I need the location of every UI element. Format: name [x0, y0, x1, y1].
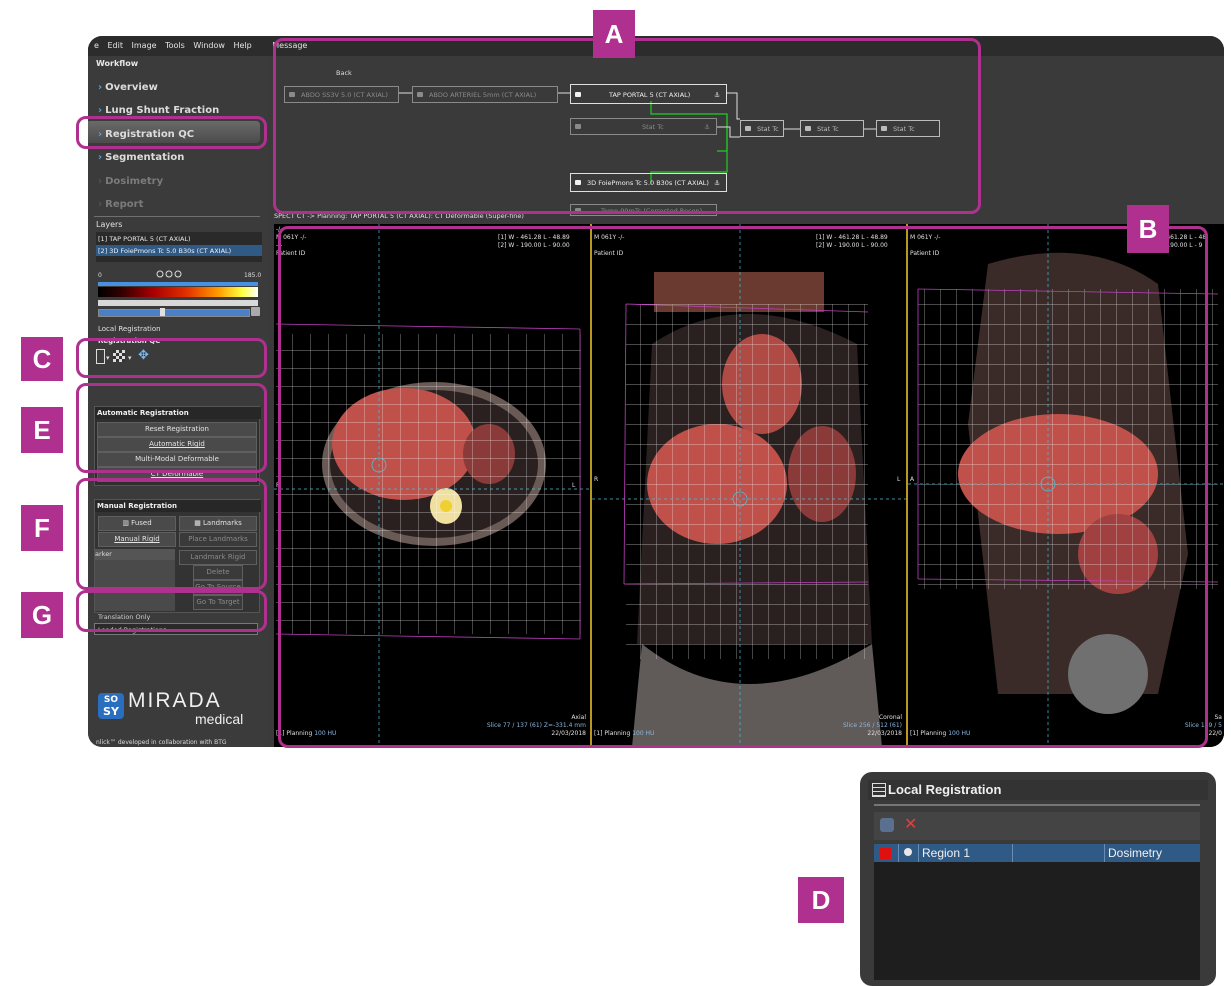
column-divider [918, 844, 919, 862]
local-registration-window: Local Registration ✕ Region 1 Dosimetry [860, 772, 1216, 986]
soysy-logo: SO SY [98, 693, 124, 719]
callout-label-g: G [21, 592, 63, 638]
overlay-text: 22/0 [1208, 730, 1222, 737]
footer-credit: nlick™ developed in collaboration with B… [96, 739, 227, 746]
visibility-icon[interactable] [904, 848, 912, 856]
workflow-title: Workflow [96, 59, 139, 68]
callout-label-b: B [1127, 205, 1169, 253]
callout-ring-f [76, 478, 267, 590]
menu-help[interactable]: Help [233, 41, 251, 50]
scale-min: 0 [98, 272, 102, 279]
menu-tools[interactable]: Tools [165, 41, 185, 50]
workflow-item-segmentation[interactable]: › Segmentation [98, 152, 184, 163]
workflow-item-report[interactable]: › Report [98, 199, 143, 210]
scale-max: 185.0 [244, 272, 262, 279]
menu-image[interactable]: Image [132, 41, 157, 50]
callout-ring-e [76, 383, 267, 473]
layer-item-selected[interactable]: [2] 3D FoiePmons Tc 5.0 B30s (CT AXIAL) [98, 247, 231, 255]
local-registration-toolbar: ✕ [874, 812, 1200, 840]
callout-label-c: C [21, 337, 63, 381]
link-icon[interactable] [251, 307, 260, 316]
threshold-slider[interactable] [98, 300, 258, 306]
opacity-slider-handle[interactable] [160, 308, 165, 316]
divider [94, 216, 260, 217]
colormap-bar[interactable] [98, 287, 258, 297]
table-icon [872, 783, 886, 797]
divider [874, 804, 1200, 806]
layers-list: [1] TAP PORTAL 5 (CT AXIAL) [2] 3D FoieP… [96, 232, 262, 262]
region-name[interactable]: Region 1 [922, 846, 970, 860]
menu-file[interactable]: e [94, 41, 99, 50]
workflow-item-dosimetry[interactable]: › Dosimetry [98, 176, 163, 187]
callout-label-f: F [21, 505, 63, 551]
workflow-item-lung-shunt[interactable]: › Lung Shunt Fraction [98, 105, 219, 116]
menu-edit[interactable]: Edit [107, 41, 123, 50]
zoom-icons[interactable] [156, 270, 186, 281]
layers-title: Layers [96, 220, 123, 229]
callout-ring-g [76, 590, 267, 632]
region-type[interactable]: Dosimetry [1108, 846, 1162, 860]
local-registration-titlebar: Local Registration [868, 780, 1208, 800]
opacity-slider[interactable] [98, 309, 250, 317]
callout-ring-registration-qc [76, 116, 267, 149]
callout-ring-a [273, 38, 981, 214]
mirada-logo-subtext: medical [195, 711, 244, 727]
callout-ring-b [278, 226, 1208, 748]
local-registration-title: Local Registration [888, 782, 1002, 797]
logo-badge-bottom: SY [103, 705, 119, 718]
region-table: Region 1 Dosimetry [874, 844, 1200, 980]
column-divider [1104, 844, 1105, 862]
column-divider [1012, 844, 1013, 862]
column-divider [898, 844, 899, 862]
callout-label-d: D [798, 877, 844, 923]
mirada-logo-text: MIRADA [128, 689, 222, 712]
region-color-swatch[interactable] [880, 848, 891, 859]
overlay-text: Sa [1214, 714, 1223, 721]
table-row[interactable]: Region 1 Dosimetry [874, 844, 1200, 862]
callout-ring-c [76, 338, 267, 378]
menu-window[interactable]: Window [193, 41, 225, 50]
callout-label-e: E [21, 407, 63, 453]
callout-label-a: A [593, 10, 635, 58]
local-registration-label: Local Registration [98, 325, 161, 333]
workflow-item-overview[interactable]: › Overview [98, 82, 158, 93]
region-add-icon[interactable] [880, 818, 894, 832]
layer-item[interactable]: [1] TAP PORTAL 5 (CT AXIAL) [98, 235, 191, 243]
scale-bar-blue [98, 282, 258, 286]
delete-icon[interactable]: ✕ [904, 814, 917, 833]
